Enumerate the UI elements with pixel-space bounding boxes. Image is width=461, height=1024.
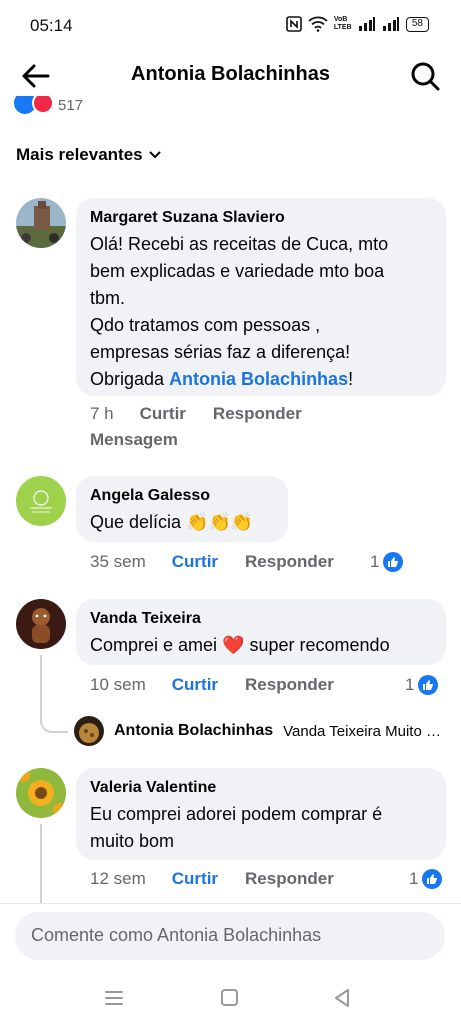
comment-line-suffix: ! bbox=[348, 369, 354, 389]
comment-author[interactable]: Vanda Teixeira bbox=[90, 609, 432, 629]
comment-item: Valeria Valentine Eu comprei adorei pode… bbox=[16, 768, 446, 903]
like-count[interactable]: 1 bbox=[405, 675, 439, 695]
comment-text-after: super recomendo bbox=[249, 635, 390, 655]
comment-line: empresas sérias faz a diferença! bbox=[90, 342, 351, 362]
status-icons: VoB LTEB 58 bbox=[286, 16, 429, 32]
system-nav-bar bbox=[0, 975, 461, 1024]
comment-line: tbm. bbox=[90, 288, 126, 308]
nfc-icon bbox=[286, 16, 302, 32]
mention-link[interactable]: Antonia Bolachinhas bbox=[169, 369, 348, 389]
page-title: Antonia Bolachinhas bbox=[131, 63, 330, 85]
like-button[interactable]: Curtir bbox=[172, 675, 218, 695]
comment-actions: 7 h Curtir Responder bbox=[90, 404, 302, 424]
comment-line: muito bom bbox=[90, 831, 175, 851]
status-bar: 05:14 VoB LTEB 58 bbox=[0, 0, 461, 50]
chevron-down-icon bbox=[149, 151, 161, 159]
like-count-number: 1 bbox=[409, 869, 419, 888]
reply-button[interactable]: Responder bbox=[245, 675, 334, 695]
sort-dropdown[interactable]: Mais relevantes bbox=[16, 145, 161, 165]
thread-line bbox=[40, 824, 42, 904]
avatar[interactable] bbox=[16, 599, 66, 649]
comment-author[interactable]: Margaret Suzana Slaviero bbox=[90, 208, 432, 228]
comment-text-before: Comprei e amei bbox=[90, 635, 218, 655]
clap-emoji: 👏👏👏 bbox=[186, 512, 254, 532]
search-button[interactable] bbox=[409, 60, 441, 92]
like-button[interactable]: Curtir bbox=[172, 552, 218, 572]
back-triangle-icon bbox=[335, 989, 349, 1007]
comment-author[interactable]: Valeria Valentine bbox=[90, 778, 432, 798]
signal-icon-1 bbox=[358, 17, 375, 31]
heart-emoji: ❤️ bbox=[222, 635, 245, 655]
comment-composer: Comente como Antonia Bolachinhas bbox=[0, 903, 461, 975]
reply-avatar[interactable] bbox=[74, 716, 104, 746]
recent-apps-button[interactable] bbox=[100, 985, 128, 1011]
menu-icon bbox=[105, 991, 123, 1005]
comment-line: Obrigada Antonia Bolachinhas! bbox=[90, 366, 432, 393]
like-count[interactable]: 1 bbox=[370, 552, 404, 572]
avatar[interactable] bbox=[16, 768, 66, 818]
like-badge-icon bbox=[383, 552, 404, 572]
comment-time[interactable]: 12 sem bbox=[90, 869, 146, 889]
status-time: 05:14 bbox=[30, 16, 73, 35]
comment-line-prefix: Obrigada bbox=[90, 369, 170, 389]
comment-line: Olá! Recebi as receitas de Cuca, mto bbox=[90, 234, 389, 254]
reply-preview[interactable]: Antonia Bolachinhas Vanda Teixeira Muito… bbox=[74, 716, 446, 746]
back-nav-button[interactable] bbox=[328, 985, 356, 1011]
home-button[interactable] bbox=[216, 985, 244, 1011]
thread-line bbox=[40, 655, 68, 733]
like-badge-icon bbox=[418, 675, 439, 695]
like-count[interactable]: 1 bbox=[409, 869, 443, 889]
signal-icon-2 bbox=[382, 17, 399, 31]
like-badge-icon bbox=[422, 869, 443, 889]
app-header: Antonia Bolachinhas bbox=[0, 52, 461, 100]
reactions-summary[interactable]: 517 bbox=[14, 96, 83, 114]
volte-label: VoB LTEB bbox=[333, 16, 352, 31]
search-icon bbox=[411, 62, 440, 91]
comment-text: Olá! Recebi as receitas de Cuca, mto bem… bbox=[90, 231, 432, 393]
comment-text-content: Que delícia bbox=[90, 512, 182, 532]
comment-actions: 10 sem Curtir Responder bbox=[90, 675, 334, 695]
message-button[interactable]: Mensagem bbox=[90, 430, 178, 450]
comment-bubble[interactable]: Margaret Suzana Slaviero Olá! Recebi as … bbox=[76, 198, 446, 396]
wifi-icon bbox=[308, 16, 328, 32]
comment-bubble[interactable]: Valeria Valentine Eu comprei adorei pode… bbox=[76, 768, 446, 860]
reply-button[interactable]: Responder bbox=[245, 869, 334, 889]
comment-time[interactable]: 10 sem bbox=[90, 675, 146, 695]
like-button[interactable]: Curtir bbox=[140, 404, 186, 424]
comment-actions-row2: Mensagem bbox=[90, 430, 178, 450]
reactions-count: 517 bbox=[58, 97, 84, 114]
comment-actions: 35 sem Curtir Responder bbox=[90, 552, 334, 572]
battery-indicator: 58 bbox=[405, 16, 429, 32]
comment-item: Angela Galesso Que delícia 👏👏👏 35 sem Cu… bbox=[16, 476, 446, 586]
comment-line: Qdo tratamos com pessoas , bbox=[90, 315, 321, 335]
comment-actions: 12 sem Curtir Responder bbox=[90, 869, 334, 889]
like-count-number: 1 bbox=[370, 552, 380, 571]
comment-text: Comprei e amei ❤️ super recomendo bbox=[90, 632, 432, 659]
reply-button[interactable]: Responder bbox=[245, 552, 334, 572]
comment-line: bem explicadas e variedade mto boa bbox=[90, 261, 385, 281]
sort-label: Mais relevantes bbox=[16, 145, 143, 164]
comment-item: Margaret Suzana Slaviero Olá! Recebi as … bbox=[16, 198, 446, 458]
comment-line: Eu comprei adorei podem comprar é bbox=[90, 804, 383, 824]
comment-author[interactable]: Angela Galesso bbox=[90, 486, 274, 506]
avatar[interactable] bbox=[16, 476, 66, 526]
comment-text: Eu comprei adorei podem comprar é muito … bbox=[90, 801, 432, 855]
comment-bubble[interactable]: Vanda Teixeira Comprei e amei ❤️ super r… bbox=[76, 599, 446, 665]
reply-button[interactable]: Responder bbox=[213, 404, 302, 424]
home-square-icon bbox=[221, 989, 238, 1006]
like-count-number: 1 bbox=[405, 675, 415, 694]
reply-text: Vanda Teixeira Muito obrigada bbox=[283, 722, 446, 740]
like-button[interactable]: Curtir bbox=[172, 869, 218, 889]
avatar[interactable] bbox=[16, 198, 66, 248]
reply-author[interactable]: Antonia Bolachinhas bbox=[114, 722, 273, 740]
comment-time[interactable]: 7 h bbox=[90, 404, 114, 424]
comment-text: Que delícia 👏👏👏 bbox=[90, 509, 274, 536]
comment-input[interactable]: Comente como Antonia Bolachinhas bbox=[15, 912, 445, 960]
comment-time[interactable]: 35 sem bbox=[90, 552, 146, 572]
love-icon bbox=[32, 96, 54, 114]
comment-bubble[interactable]: Angela Galesso Que delícia 👏👏👏 bbox=[76, 476, 288, 542]
